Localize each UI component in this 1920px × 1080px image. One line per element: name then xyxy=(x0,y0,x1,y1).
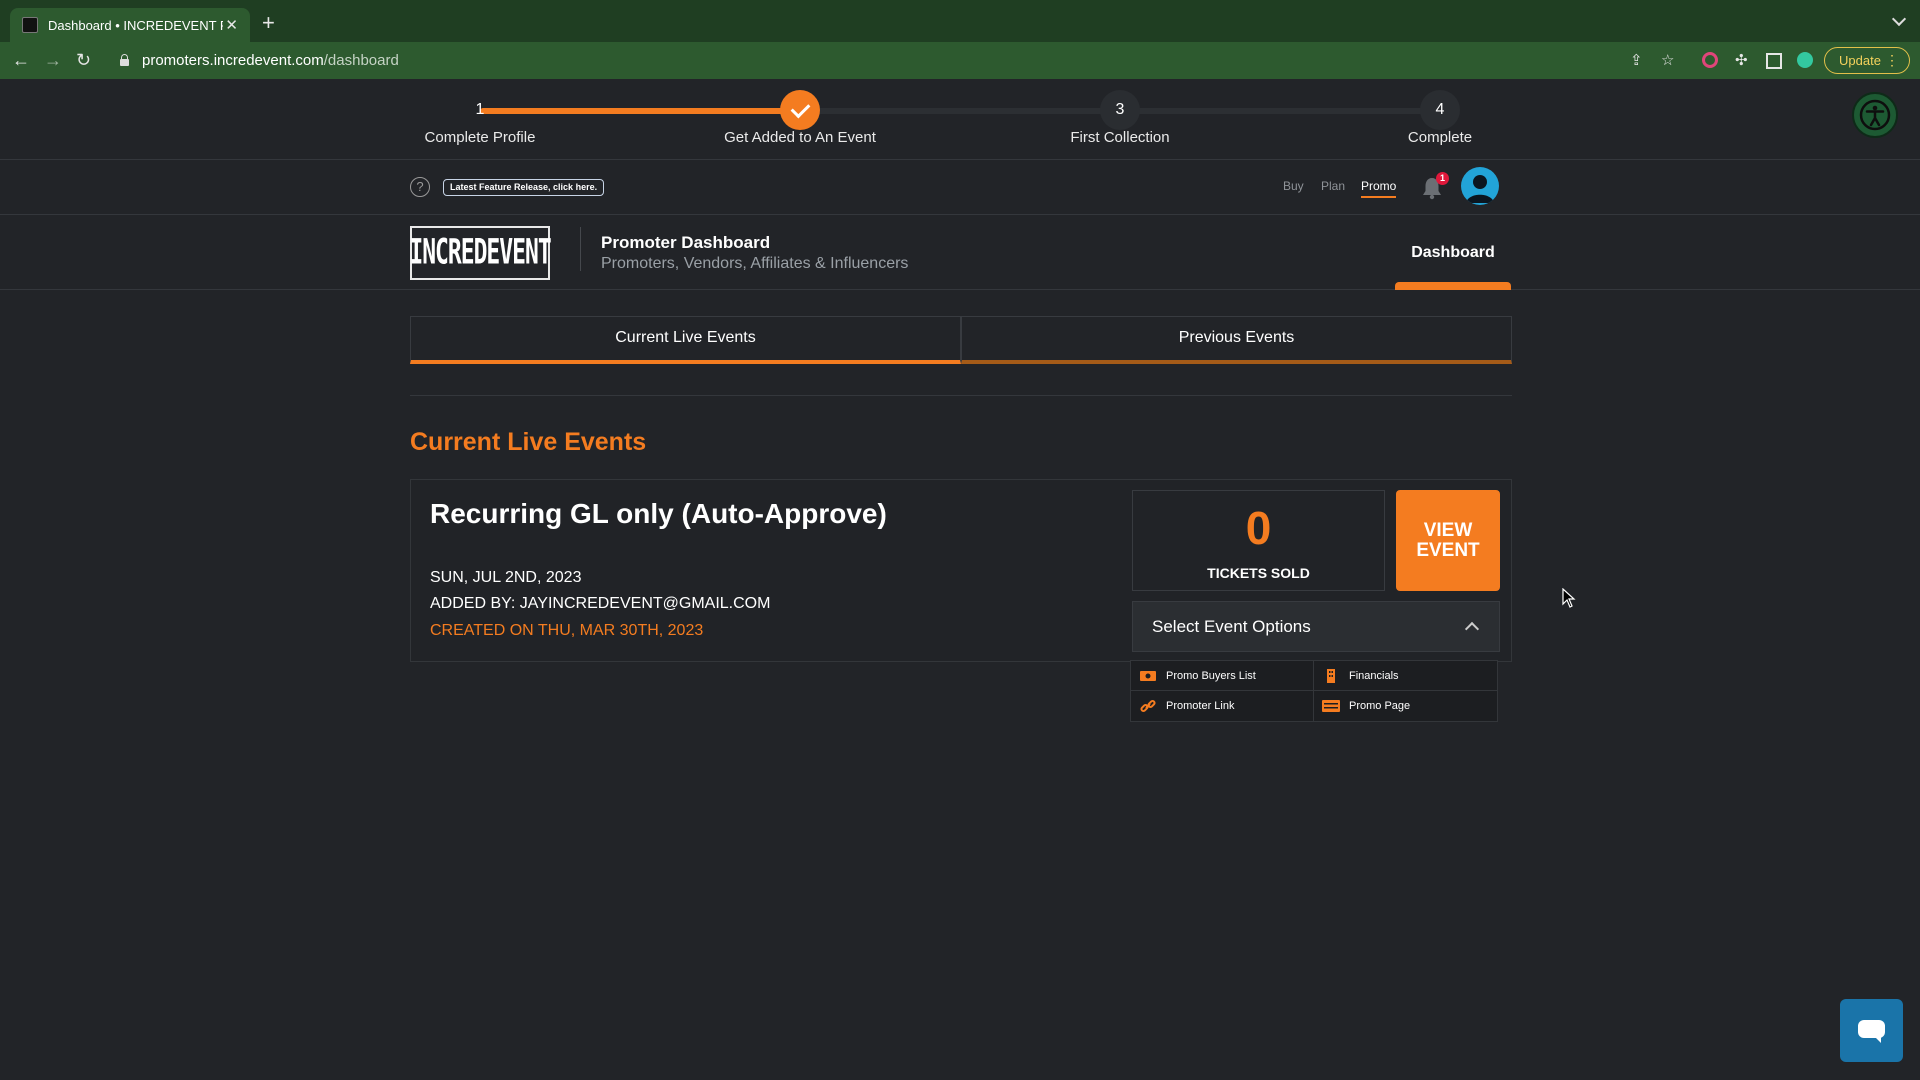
step-3-marker: 3 xyxy=(1100,90,1140,130)
step-3-label: First Collection xyxy=(1070,129,1170,146)
view-event-label: VIEW EVENT xyxy=(1416,519,1480,561)
step-2-label: Get Added to An Event xyxy=(724,129,876,146)
tab-current-live-events[interactable]: Current Live Events xyxy=(410,316,961,364)
section-title: Current Live Events xyxy=(410,428,647,456)
notification-count-badge: 1 xyxy=(1436,172,1449,185)
option-label: Promo Buyers List xyxy=(1166,669,1256,682)
share-icon[interactable]: ⇪ xyxy=(1630,52,1643,69)
step-1-label: Complete Profile xyxy=(424,129,536,146)
brand-header: INCREDEVENT Promoter Dashboard Promoters… xyxy=(0,215,1920,290)
mouse-cursor-icon xyxy=(1562,588,1576,608)
event-date: SUN, JUL 2ND, 2023 xyxy=(430,569,582,586)
url-text: promoters.incredevent.com/dashboard xyxy=(142,52,399,69)
step-1-marker: 1 xyxy=(460,90,500,130)
reload-icon[interactable]: ↻ xyxy=(76,50,91,70)
browser-toolbar: ← → ↻ promoters.incredevent.com/dashboar… xyxy=(0,42,1920,79)
new-tab-icon[interactable]: + xyxy=(262,12,275,34)
event-created-date: CREATED ON THU, MAR 30TH, 2023 xyxy=(430,622,704,639)
onboarding-stepper: 1 Complete Profile Get Added to An Event… xyxy=(0,79,1920,160)
tab-search-chevron-icon[interactable] xyxy=(1891,11,1907,27)
option-financials[interactable]: Financials xyxy=(1314,661,1497,691)
option-promoter-link[interactable]: Promoter Link xyxy=(1131,691,1314,721)
secondary-nav: ? Latest Feature Release, click here. Bu… xyxy=(0,160,1920,215)
logo-text: INCREDEVENT xyxy=(409,233,551,273)
option-promo-page[interactable]: Promo Page xyxy=(1314,691,1497,721)
tab-title: Dashboard • INCREDEVENT Pr xyxy=(48,17,223,33)
dashboard-title: Promoter Dashboard xyxy=(601,233,771,252)
address-bar[interactable]: promoters.incredevent.com/dashboard xyxy=(110,47,1810,74)
tab-previous-events[interactable]: Previous Events xyxy=(961,316,1512,364)
event-options-menu: Promo Buyers List Financials Promoter Li… xyxy=(1130,660,1498,722)
nav-tab-dashboard[interactable]: Dashboard xyxy=(1395,215,1511,290)
url-domain: promoters.incredevent.com xyxy=(142,52,324,69)
option-promo-buyers-list[interactable]: Promo Buyers List xyxy=(1131,661,1314,691)
ticket-page-icon xyxy=(1322,699,1340,713)
event-tabs: Current Live Events Previous Events xyxy=(410,316,1512,364)
stepper-progress-fill xyxy=(480,108,800,114)
link-icon xyxy=(1139,699,1157,713)
step-4-marker: 4 xyxy=(1420,90,1460,130)
browser-tabstrip: Dashboard • INCREDEVENT Pr ✕ + xyxy=(0,0,1920,42)
option-label: Promoter Link xyxy=(1166,700,1235,712)
dashboard-subtitle: Promoters, Vendors, Affiliates & Influen… xyxy=(601,255,909,272)
tickets-sold-count: 0 xyxy=(1245,502,1272,554)
option-label: Promo Page xyxy=(1349,700,1411,712)
close-tab-icon[interactable]: ✕ xyxy=(225,16,238,34)
building-icon xyxy=(1322,668,1340,683)
active-tab-indicator xyxy=(1395,282,1511,290)
feature-release-link[interactable]: Latest Feature Release, click here. xyxy=(443,179,605,196)
view-event-button[interactable]: VIEW EVENT xyxy=(1396,490,1500,591)
mode-promo-link[interactable]: Promo xyxy=(1361,179,1397,198)
mode-buy-link[interactable]: Buy xyxy=(1283,179,1304,193)
chevron-up-icon xyxy=(1464,621,1480,637)
tickets-sold-box: 0 TICKETS SOLD xyxy=(1132,490,1385,591)
side-panel-icon[interactable] xyxy=(1766,53,1782,69)
back-arrow-icon[interactable]: ← xyxy=(12,50,30,70)
step-1-number: 1 xyxy=(475,101,485,118)
chat-support-button[interactable] xyxy=(1840,999,1903,1062)
event-name: Recurring GL only (Auto-Approve) xyxy=(430,498,887,529)
step-2-check-icon xyxy=(780,90,820,130)
step-4-number: 4 xyxy=(1435,101,1445,118)
extensions-puzzle-icon[interactable]: ✣ xyxy=(1735,52,1748,69)
extension-color-icon[interactable] xyxy=(1702,52,1718,68)
money-icon xyxy=(1139,669,1157,683)
event-card: Recurring GL only (Auto-Approve) SUN, JU… xyxy=(410,479,1512,662)
section-divider xyxy=(410,395,1512,396)
event-options-label: Select Event Options xyxy=(1152,617,1311,636)
site-favicon-icon xyxy=(22,17,38,33)
event-added-by: ADDED BY: JAYINCREDEVENT@GMAIL.COM xyxy=(430,595,771,612)
mode-plan-link[interactable]: Plan xyxy=(1321,179,1345,193)
update-button[interactable]: Update ⋮ xyxy=(1824,47,1910,74)
lock-icon[interactable] xyxy=(120,54,129,66)
help-icon[interactable]: ? xyxy=(410,177,430,197)
step-3-number: 3 xyxy=(1115,101,1125,118)
url-path: /dashboard xyxy=(323,52,399,69)
accessibility-icon[interactable] xyxy=(1852,92,1898,138)
nav-tab-dashboard-label: Dashboard xyxy=(1411,244,1495,261)
update-label: Update xyxy=(1839,53,1881,68)
tickets-sold-label: TICKETS SOLD xyxy=(1207,565,1310,581)
user-avatar[interactable] xyxy=(1461,167,1499,205)
browser-tab[interactable]: Dashboard • INCREDEVENT Pr ✕ xyxy=(10,8,250,42)
option-label: Financials xyxy=(1349,669,1399,682)
step-4-label: Complete xyxy=(1407,129,1473,146)
incredevent-logo[interactable]: INCREDEVENT xyxy=(409,226,552,280)
forward-arrow-icon[interactable]: → xyxy=(44,50,62,70)
brand-divider xyxy=(580,227,581,271)
bookmark-star-icon[interactable]: ☆ xyxy=(1661,52,1674,69)
profile-avatar-icon[interactable] xyxy=(1797,52,1813,68)
event-options-select[interactable]: Select Event Options xyxy=(1132,601,1500,652)
menu-dots-icon[interactable]: ⋮ xyxy=(1885,52,1899,69)
